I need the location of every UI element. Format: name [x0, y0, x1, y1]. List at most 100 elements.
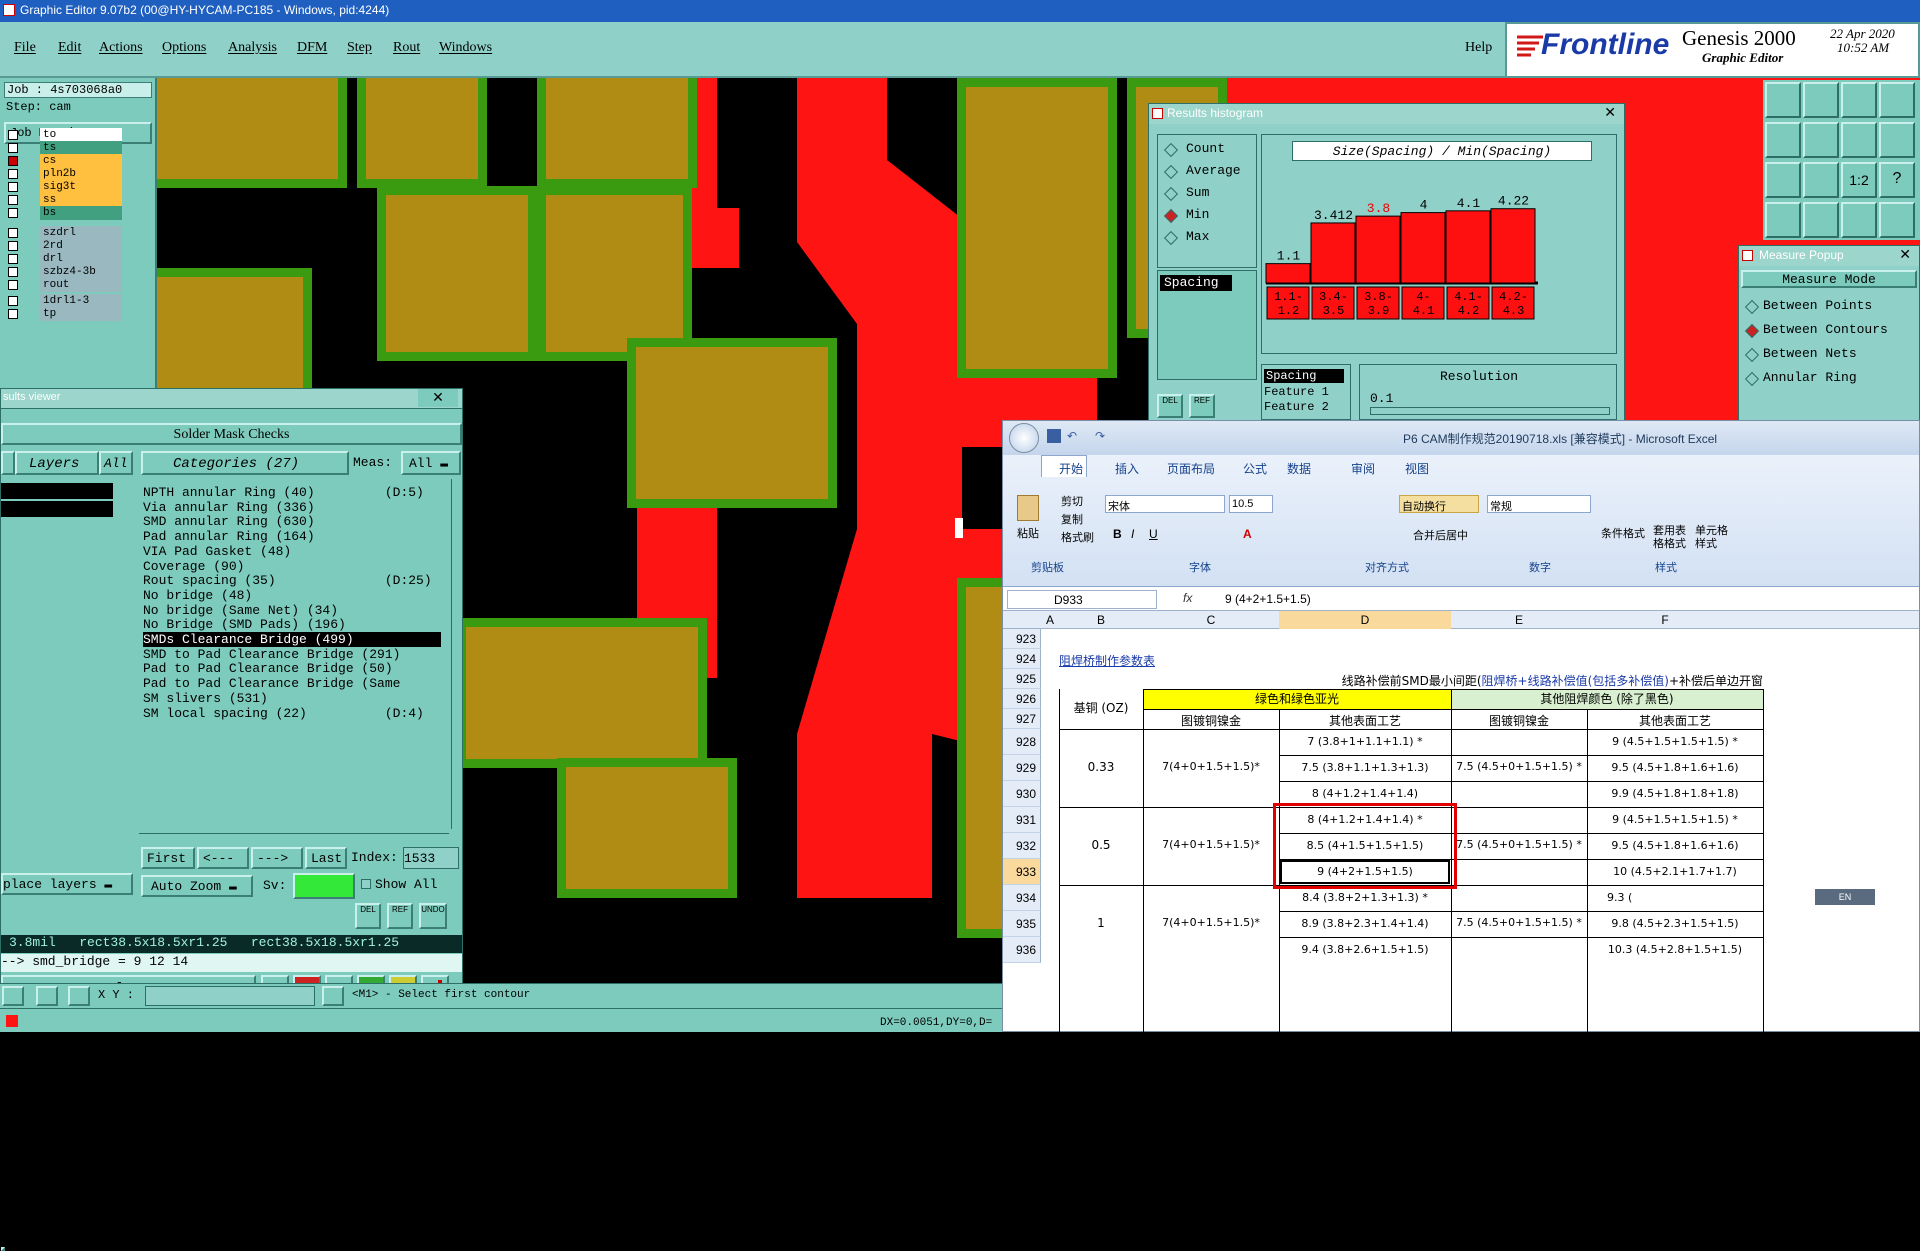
row-header[interactable]: 928: [1003, 729, 1041, 755]
category-item[interactable]: Via annular Ring (336): [143, 500, 315, 515]
ribbon-tab[interactable]: 审阅: [1351, 460, 1375, 477]
ribbon-tab[interactable]: 数据: [1287, 460, 1311, 477]
ref-icon[interactable]: REF: [1189, 394, 1215, 418]
cell-plating-value[interactable]: 7(4+0+1.5+1.5)*: [1143, 916, 1279, 929]
close-icon[interactable]: ✕: [1899, 246, 1911, 263]
close-icon[interactable]: ✕: [418, 389, 458, 407]
category-item[interactable]: Pad to Pad Clearance Bridge (50): [143, 661, 393, 676]
category-hscrollbar[interactable]: [139, 833, 449, 843]
office-button-icon[interactable]: [1009, 423, 1039, 453]
tool-icon[interactable]: [1879, 122, 1915, 158]
histogram-bar[interactable]: [1265, 263, 1311, 284]
measure-mode-radio[interactable]: [1744, 323, 1760, 339]
layer-checkbox[interactable]: [8, 195, 18, 205]
menu-edit[interactable]: Edit: [58, 40, 81, 56]
tool-icon[interactable]: [322, 986, 344, 1006]
header-green[interactable]: 绿色和绿色亚光: [1143, 689, 1451, 709]
italic-icon[interactable]: I: [1131, 527, 1134, 541]
tool-icon[interactable]: [1841, 122, 1877, 158]
cell-finish-value[interactable]: 9.5 (4.5+1.8+1.6+1.6): [1587, 761, 1763, 774]
row-header[interactable]: 925: [1003, 669, 1041, 689]
layer-checkbox[interactable]: [8, 309, 18, 319]
col-header-c[interactable]: C: [1143, 613, 1279, 627]
left-scrollbar[interactable]: [119, 479, 133, 1239]
category-item[interactable]: Pad annular Ring (164): [143, 529, 315, 544]
mode-radio[interactable]: [1163, 186, 1179, 202]
cell-finish-value[interactable]: 9.9 (4.5+1.8+1.8+1.8): [1587, 787, 1763, 800]
layer-checkbox[interactable]: [8, 241, 18, 251]
category-item[interactable]: SMDs Clearance Bridge (499): [143, 632, 441, 647]
layer-checkbox[interactable]: [8, 143, 18, 153]
ribbon-tab[interactable]: 插入: [1115, 460, 1139, 477]
feature-item[interactable]: Feature 2: [1264, 400, 1329, 414]
col-header-d[interactable]: D: [1279, 613, 1451, 627]
cell-finish-value[interactable]: 10.3 (4.5+2.8+1.5+1.5): [1587, 943, 1763, 956]
category-item[interactable]: SM local spacing (22) (D:4): [143, 706, 424, 721]
grid-icon[interactable]: [68, 986, 90, 1006]
table-format-button[interactable]: 套用表格格式: [1653, 525, 1689, 551]
row-header[interactable]: 923: [1003, 629, 1041, 649]
cell-plating-value[interactable]: 7.5 (4.5+0+1.5+1.5) *: [1451, 838, 1587, 851]
menu-rout[interactable]: Rout: [393, 40, 420, 56]
mode-label[interactable]: Count: [1186, 141, 1225, 156]
category-item[interactable]: SMD to Pad Clearance Bridge (291): [143, 647, 400, 662]
layer-row-selected[interactable]: [1, 501, 113, 517]
cut-button[interactable]: 剪切: [1061, 493, 1083, 509]
index-input[interactable]: [403, 847, 459, 869]
cell-finish-value[interactable]: 8.9 (3.8+2.3+1.4+1.4): [1279, 917, 1451, 930]
cell-finish-value[interactable]: 9.8 (4.5+2.3+1.5+1.5): [1587, 917, 1763, 930]
last-button[interactable]: Last: [305, 847, 347, 869]
cu-thickness[interactable]: 0.33: [1059, 760, 1143, 774]
menu-step[interactable]: Step: [347, 40, 372, 56]
cell-style-button[interactable]: 单元格样式: [1695, 525, 1731, 551]
redo-icon[interactable]: ↷: [1095, 429, 1109, 443]
cell-finish-value[interactable]: 8 (4+1.2+1.4+1.4): [1279, 787, 1451, 800]
cell-plating-value[interactable]: 7(4+0+1.5+1.5)*: [1143, 838, 1279, 851]
sheet-title-link[interactable]: 阻焊桥制作参数表: [1059, 652, 1199, 669]
feature-item[interactable]: Spacing: [1264, 369, 1344, 383]
histogram-bar[interactable]: [1490, 208, 1536, 284]
menu-help[interactable]: Help: [1465, 40, 1492, 56]
tool-icon[interactable]: [1803, 202, 1839, 238]
bold-icon[interactable]: B: [1113, 527, 1122, 541]
format-painter-button[interactable]: 格式刷: [1061, 529, 1094, 545]
layer-row[interactable]: tp: [4, 307, 122, 322]
tool-icon[interactable]: [1803, 82, 1839, 118]
ribbon-tab[interactable]: 页面布局: [1167, 460, 1215, 477]
tool-icon[interactable]: [1803, 122, 1839, 158]
row-header[interactable]: 933: [1003, 859, 1041, 885]
layer-checkbox[interactable]: [8, 267, 18, 277]
measure-mode-label[interactable]: Between Points: [1763, 298, 1872, 313]
header-plating[interactable]: 图镀铜镍金: [1451, 712, 1587, 729]
mode-radio[interactable]: [1163, 208, 1179, 224]
category-item[interactable]: Rout spacing (35) (D:25): [143, 573, 432, 588]
xy-input[interactable]: [145, 986, 315, 1006]
font-color-icon[interactable]: A: [1243, 527, 1252, 541]
col-header-b[interactable]: B: [1059, 613, 1143, 627]
category-item[interactable]: Pad to Pad Clearance Bridge (Same: [143, 676, 400, 691]
categories-button[interactable]: Categories (27): [141, 451, 349, 475]
mode-label[interactable]: Max: [1186, 229, 1209, 244]
category-scrollbar[interactable]: [451, 479, 463, 829]
category-item[interactable]: NPTH annular Ring (40) (D:5): [143, 485, 424, 500]
sv-color-select[interactable]: [293, 873, 355, 899]
place-layers-button[interactable]: [1, 1247, 5, 1251]
row-header[interactable]: 936: [1003, 937, 1041, 963]
ribbon-tab[interactable]: 开始: [1059, 460, 1083, 477]
category-item[interactable]: VIA Pad Gasket (48): [143, 544, 291, 559]
ref-icon[interactable]: REF: [387, 903, 413, 929]
ribbon-tab[interactable]: 公式: [1243, 460, 1267, 477]
all-layers-button[interactable]: All: [99, 451, 133, 475]
histogram-bar[interactable]: [1310, 222, 1356, 284]
tool-icon[interactable]: [1765, 82, 1801, 118]
ime-indicator[interactable]: EN: [1815, 889, 1875, 905]
layer-checkbox[interactable]: [8, 156, 18, 166]
layer-checkbox[interactable]: [8, 228, 18, 238]
tool-icon[interactable]: [1765, 122, 1801, 158]
del-icon[interactable]: DEL: [1157, 394, 1183, 418]
spreadsheet-grid[interactable]: 923 924 925 926 927 928 929 930 931 932 933 934 935 9…: [1003, 629, 1919, 1033]
cell-finish-value[interactable]: 7 (3.8+1+1.1+1.1) *: [1279, 735, 1451, 748]
menu-analysis[interactable]: Analysis: [228, 40, 277, 56]
measure-mode-radio[interactable]: [1744, 347, 1760, 363]
row-header[interactable]: 932: [1003, 833, 1041, 859]
